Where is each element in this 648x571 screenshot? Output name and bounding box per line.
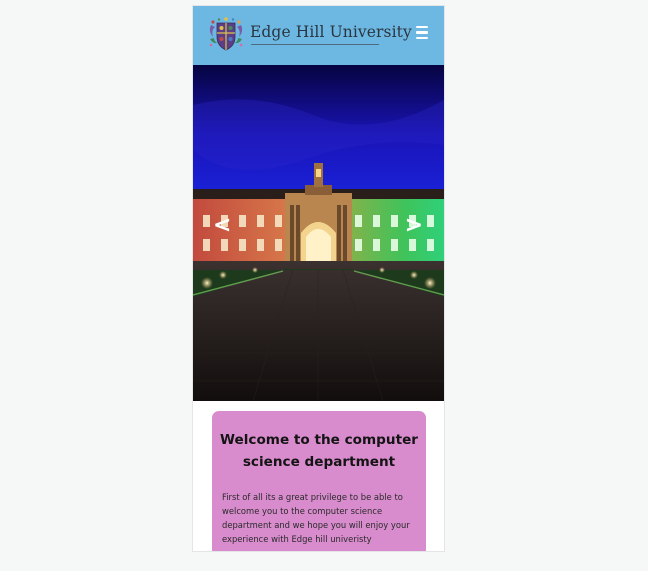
logo-underline <box>251 44 379 45</box>
hamburger-menu-icon[interactable] <box>416 26 430 42</box>
carousel-prev-button[interactable]: < <box>213 215 231 237</box>
mobile-page: Edge Hill University < > Welcome to the … <box>193 6 444 551</box>
carousel-next-button[interactable]: > <box>405 215 423 237</box>
logo-text[interactable]: Edge Hill University <box>250 23 412 41</box>
hero-carousel: < > <box>193 65 444 401</box>
welcome-card: Welcome to the computer science departme… <box>212 411 426 551</box>
university-crest-icon[interactable] <box>207 15 245 53</box>
welcome-text: First of all its a great privilege to be… <box>222 492 410 544</box>
welcome-title: Welcome to the computer science departme… <box>220 432 418 470</box>
site-header: Edge Hill University <box>193 6 444 65</box>
